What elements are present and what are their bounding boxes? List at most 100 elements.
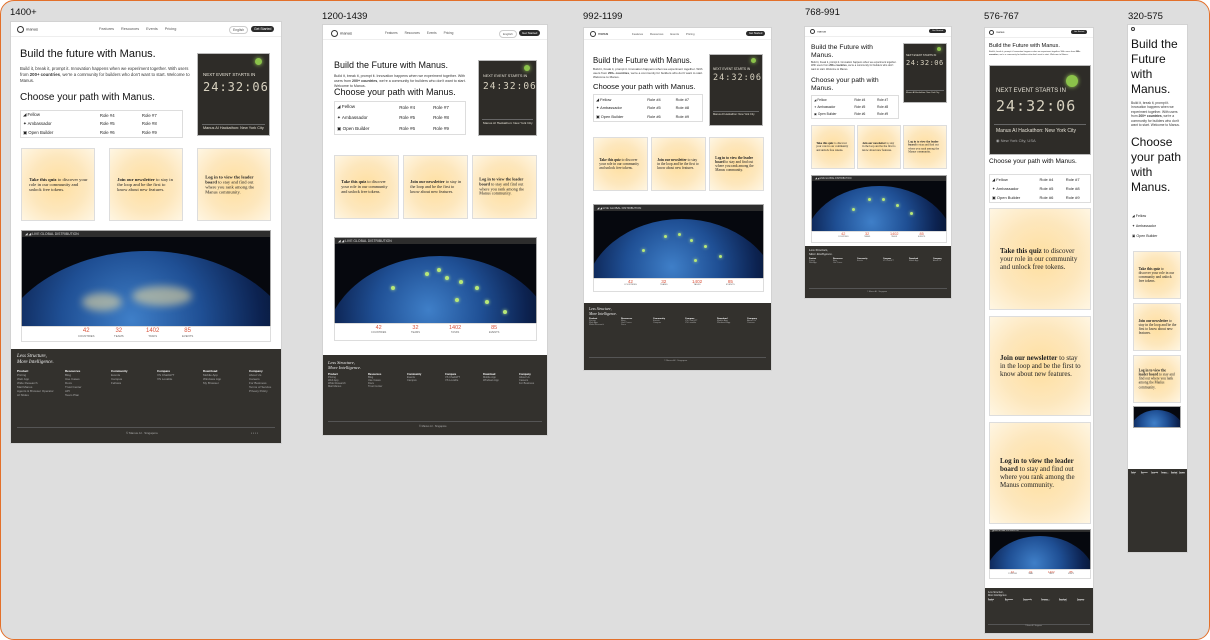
role-cell[interactable]: Role #6 [852, 111, 875, 118]
brand-logo[interactable]: manus [17, 26, 38, 33]
role-open-builder[interactable]: ▣ Open Builder [812, 111, 852, 118]
role-cell[interactable]: Role #7 [1064, 175, 1090, 184]
nav-link-resources[interactable]: Resources [405, 31, 420, 35]
leaderboard-card[interactable]: Log in to view the leader board to stay … [903, 125, 947, 169]
role-fellow[interactable]: ◢ Fellow [1132, 211, 1157, 221]
role-open-builder[interactable]: ▣ Open Builder [990, 193, 1038, 202]
newsletter-card[interactable]: Join our newsletter to stay in the loop … [989, 316, 1091, 416]
role-cell[interactable]: Role #8 [875, 103, 898, 110]
get-started-button[interactable]: Get Started [1071, 30, 1088, 34]
nav-link-resources[interactable]: Resources [121, 27, 139, 31]
event-card[interactable]: NEXT EVENT STARTS IN 24:32:06 Manus AI H… [478, 60, 537, 136]
nav-link-resources[interactable]: Resources [650, 32, 663, 36]
role-cell[interactable]: Role #7 [875, 96, 898, 103]
role-cell[interactable]: Role #8 [140, 120, 182, 129]
role-ambassador[interactable]: ✦ Ambassador [1132, 221, 1157, 231]
quiz-card[interactable]: Take this quiz to discover your role in … [334, 155, 399, 219]
get-started-button[interactable]: Get Started [929, 29, 947, 33]
role-cell[interactable]: Role #8 [431, 113, 465, 124]
newsletter-card[interactable]: Join our newsletter to stay in the loop … [403, 155, 468, 219]
role-cell[interactable]: Role #5 [852, 103, 875, 110]
role-ambassador[interactable]: ✦ Ambassador [990, 184, 1038, 193]
language-select[interactable]: English [499, 30, 517, 38]
role-cell[interactable]: Role #6 [397, 123, 431, 134]
role-cell[interactable]: Role #5 [1038, 184, 1064, 193]
social-icons[interactable]: ▪ ▪ ▪ ▪ [251, 431, 258, 435]
role-ambassador[interactable]: ✦ Ambassador [594, 104, 645, 113]
newsletter-card[interactable]: Join our newsletter to stay in the loop … [1133, 303, 1181, 351]
newsletter-card[interactable]: Join our newsletter to stay in the loop … [651, 137, 706, 191]
role-cell[interactable]: Role #9 [875, 111, 898, 118]
leaderboard-card[interactable]: Log in to view the leader board to stay … [989, 422, 1091, 524]
role-cell[interactable]: Role #5 [645, 104, 673, 113]
quiz-card[interactable]: Take this quiz to discover your role in … [593, 137, 648, 191]
newsletter-card[interactable]: Join our newsletter to stay in the loop … [109, 148, 183, 221]
role-fellow[interactable]: ◢ Fellow [335, 102, 397, 113]
brand-logo[interactable]: manus [989, 30, 1004, 35]
role-cell[interactable]: Role #8 [1064, 184, 1090, 193]
get-started-button[interactable]: Get Started [519, 30, 541, 36]
newsletter-card[interactable]: Join our newsletter to stay in the loop … [857, 125, 901, 169]
role-open-builder[interactable]: ▣ Open Builder [1132, 231, 1157, 241]
leaderboard-card[interactable]: Log in to view the leader board to stay … [709, 137, 764, 191]
role-open-builder[interactable]: ▣ Open Builder [594, 112, 645, 121]
role-fellow[interactable]: ◢ Fellow [21, 111, 98, 120]
get-started-button[interactable]: Get Started [251, 26, 275, 32]
role-cell[interactable]: Role #7 [674, 95, 702, 104]
leaderboard-card[interactable]: Log in to view the leader board to stay … [197, 148, 271, 221]
role-fellow[interactable]: ◢ Fellow [812, 96, 852, 103]
role-cell[interactable]: Role #9 [140, 128, 182, 137]
role-cell[interactable]: Role #7 [431, 102, 465, 113]
language-select[interactable]: English [229, 26, 249, 34]
role-cell[interactable]: Role #4 [852, 96, 875, 103]
event-card[interactable]: NEXT EVENT STARTS IN 24:32:06 Manus AI H… [197, 53, 270, 136]
role-cell[interactable]: Role #9 [674, 112, 702, 121]
event-card[interactable]: NEXT EVENT STARTS IN 24:32:06 Manus AI H… [903, 43, 947, 103]
footer-col-download: Download Mobile App Windows App [717, 318, 731, 324]
role-ambassador[interactable]: ✦ Ambassador [21, 120, 98, 129]
role-open-builder[interactable]: ▣ Open Builder [335, 123, 397, 134]
event-card[interactable]: NEXT EVENT STARTS IN 24:32:06 Manus AI H… [989, 65, 1091, 155]
brand-logo[interactable] [1131, 27, 1137, 31]
brand-logo[interactable]: manus [331, 30, 352, 37]
role-cell[interactable]: Role #8 [674, 104, 702, 113]
role-cell[interactable]: Role #5 [98, 120, 140, 129]
role-cell[interactable]: Role #4 [397, 102, 431, 113]
quiz-card[interactable]: Take this quiz to discover your role in … [811, 125, 855, 169]
role-cell[interactable]: Role #7 [140, 111, 182, 120]
nav-link-features[interactable]: Features [99, 27, 114, 31]
brand-logo[interactable]: manus [810, 29, 826, 34]
nav-link-events[interactable]: Events [146, 27, 158, 31]
quiz-card[interactable]: Take this quiz to discover your role in … [1133, 251, 1181, 299]
role-cell[interactable]: Role #4 [1038, 175, 1064, 184]
leaderboard-card[interactable]: Log in to view the leader board to stay … [1133, 355, 1181, 403]
role-fellow[interactable]: ◢ Fellow [990, 175, 1038, 184]
role-cell[interactable]: Role #6 [1038, 193, 1064, 202]
nav-link-events[interactable]: Events [670, 32, 679, 36]
role-fellow[interactable]: ◢ Fellow [594, 95, 645, 104]
role-cell[interactable]: Role #4 [98, 111, 140, 120]
quiz-card[interactable]: Take this quiz to discover your role in … [989, 208, 1091, 310]
role-cell[interactable]: Role #4 [645, 95, 673, 104]
globe-panel: ◢ ◢ LIVE GLOBAL DISTRIBUTION [21, 230, 271, 328]
role-cell[interactable]: Role #6 [98, 128, 140, 137]
role-ambassador[interactable]: ✦ Ambassador [335, 113, 397, 124]
quiz-card[interactable]: Take this quiz to discover your role in … [21, 148, 95, 221]
nav-link-pricing[interactable]: Pricing [165, 27, 177, 31]
event-card[interactable]: NEXT EVENT STARTS IN 24:32:06 Manus AI H… [709, 54, 763, 126]
get-started-button[interactable]: Get Started [746, 31, 766, 36]
role-open-builder[interactable]: ▣ Open Builder [21, 128, 98, 137]
role-cell[interactable]: Role #9 [1064, 193, 1090, 202]
role-cell[interactable]: Role #5 [397, 113, 431, 124]
role-ambassador[interactable]: ✦ Ambassador [812, 103, 852, 110]
role-cell[interactable]: Role #6 [645, 112, 673, 121]
brand-logo[interactable]: manus [590, 31, 608, 37]
nav-link-features[interactable]: Features [632, 32, 643, 36]
role-cell[interactable]: Role #9 [431, 123, 465, 134]
path-title: Choose your path with Manus. [334, 87, 456, 97]
leaderboard-card[interactable]: Log in to view the leader board to stay … [472, 155, 537, 219]
nav-link-events[interactable]: Events [427, 31, 437, 35]
nav-link-pricing[interactable]: Pricing [686, 32, 695, 36]
nav-link-features[interactable]: Features [385, 31, 398, 35]
nav-link-pricing[interactable]: Pricing [444, 31, 454, 35]
